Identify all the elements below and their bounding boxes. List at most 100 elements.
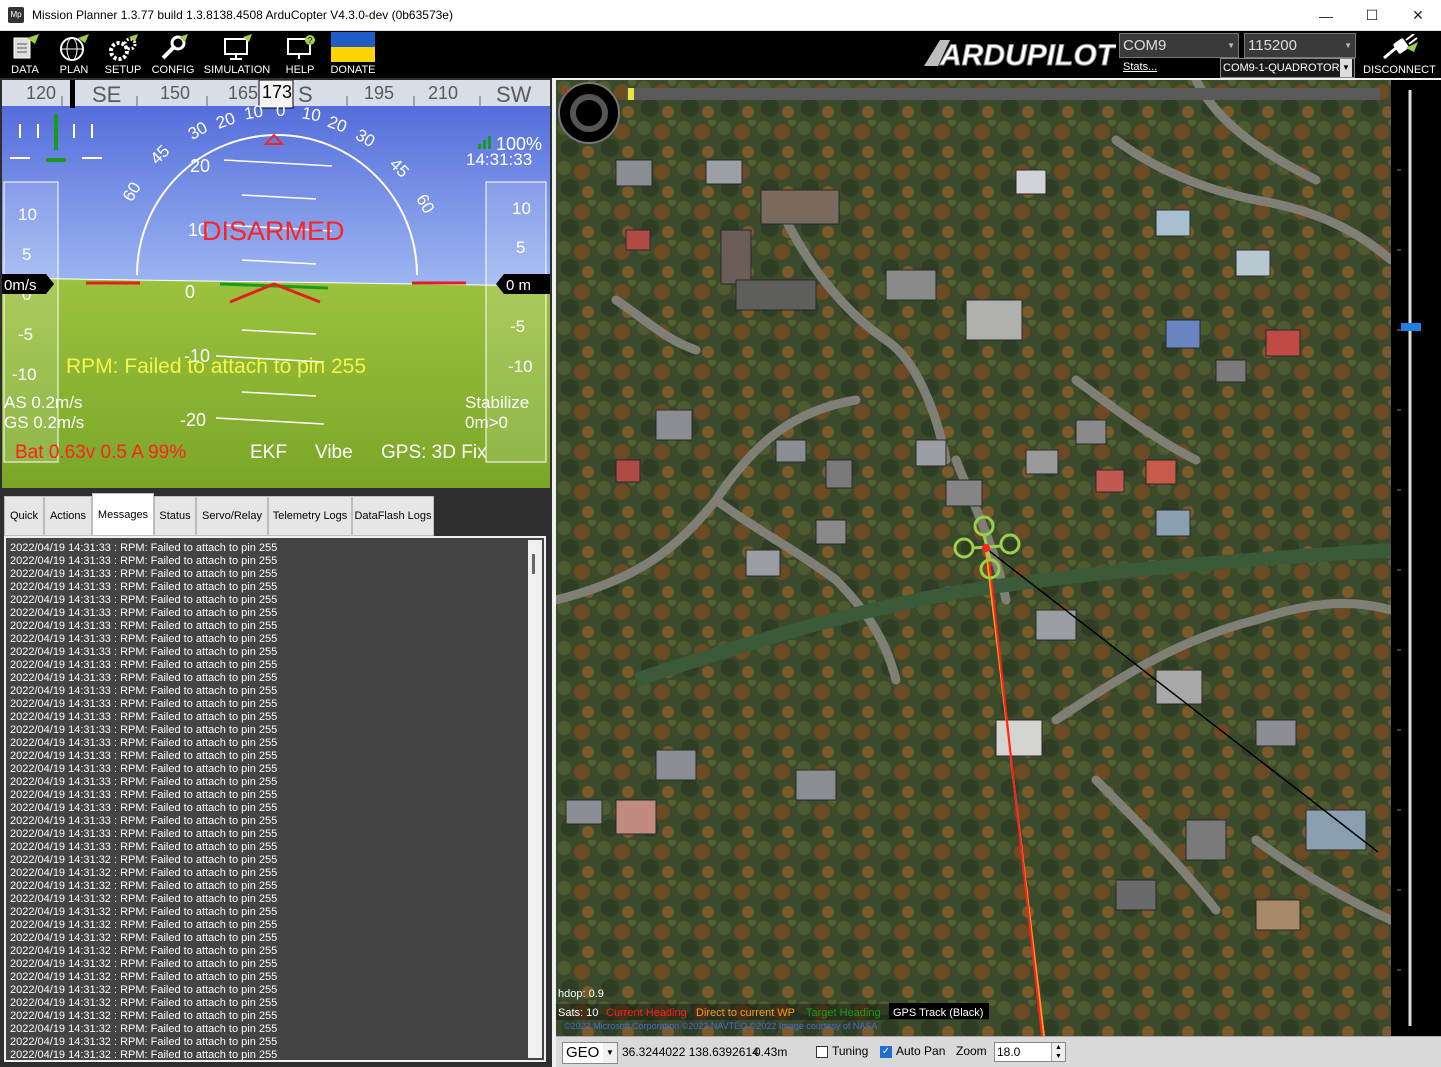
tab-quick[interactable]: Quick: [4, 496, 44, 536]
hdop-readout: hdop: 0.9: [558, 988, 604, 1000]
coord-system-select[interactable]: GEO ▼: [562, 1042, 618, 1064]
list-item: 2022/04/19 14:31:33 : RPM: Failed to att…: [10, 568, 278, 580]
alt-scale-label: -10: [508, 357, 533, 376]
menu-setup[interactable]: SETUP: [100, 31, 146, 78]
zoom-slider-thumb[interactable]: [1401, 323, 1421, 331]
menu-simulation[interactable]: SIMULATION: [200, 31, 274, 78]
app-icon: Mp: [8, 7, 24, 23]
list-item: 2022/04/19 14:31:33 : RPM: Failed to att…: [10, 646, 278, 658]
heading-tape-label: 210: [428, 83, 458, 103]
heading-tape-label: 165: [228, 83, 258, 103]
close-button[interactable]: ✕: [1395, 0, 1441, 31]
menu-plan[interactable]: PLAN: [52, 31, 96, 78]
map-status-bar: GEO ▼ 36.3244022 138.6392614 0.43m Tuning…: [556, 1036, 1441, 1067]
title-bar: Mp Mission Planner 1.3.77 build 1.3.8138…: [0, 0, 1441, 31]
alt-readout: 0 m: [506, 277, 531, 294]
list-item: 2022/04/19 14:31:32 : RPM: Failed to att…: [10, 906, 278, 918]
chevron-down-icon: ▼: [1344, 41, 1352, 50]
legend-gps-track: GPS Track (Black): [893, 1007, 983, 1019]
messages-box[interactable]: 2022/04/19 14:31:33 : RPM: Failed to att…: [4, 536, 546, 1062]
autopan-checkbox[interactable]: ✓ Auto Pan: [880, 1044, 945, 1058]
menu-donate[interactable]: DONATE: [326, 31, 380, 78]
hud-time: 14:31:33: [466, 150, 532, 169]
tuning-checkbox[interactable]: Tuning: [816, 1044, 868, 1058]
list-item: 2022/04/19 14:31:33 : RPM: Failed to att…: [10, 620, 278, 632]
tab-dataflash-logs[interactable]: DataFlash Logs: [352, 496, 434, 536]
heading-tape-label: SW: [496, 82, 532, 107]
heading-tape-label: 120: [26, 83, 56, 103]
list-item: 2022/04/19 14:31:33 : RPM: Failed to att…: [10, 841, 278, 853]
tuning-label: Tuning: [832, 1044, 869, 1058]
list-item: 2022/04/19 14:31:33 : RPM: Failed to att…: [10, 737, 278, 749]
hud-message: RPM: Failed to attach to pin 255: [66, 355, 366, 378]
list-item: 2022/04/19 14:31:32 : RPM: Failed to att…: [10, 1023, 278, 1035]
baud-select[interactable]: 115200 ▼: [1244, 33, 1356, 58]
vibe-indicator[interactable]: Vibe: [315, 442, 353, 463]
map-view[interactable]: 0 hdop: 0.9 Sats: 10 Current Heading Dir…: [556, 80, 1391, 1036]
list-item: 2022/04/19 14:31:33 : RPM: Failed to att…: [10, 724, 278, 736]
list-item: 2022/04/19 14:31:33 : RPM: Failed to att…: [10, 633, 278, 645]
list-item: 2022/04/19 14:31:32 : RPM: Failed to att…: [10, 984, 278, 996]
menu-data-label: DATA: [11, 64, 39, 76]
window-title: Mission Planner 1.3.77 build 1.3.8138.45…: [32, 8, 453, 22]
plug-icon: [1382, 34, 1418, 60]
ekf-indicator[interactable]: EKF: [250, 442, 287, 463]
list-item: 2022/04/19 14:31:33 : RPM: Failed to att…: [10, 815, 278, 827]
speed-scale-label: -5: [18, 325, 33, 344]
heading-tape-label: 195: [364, 83, 394, 103]
zoom-value: 18.0: [997, 1045, 1021, 1059]
alt-scale-label: 5: [516, 238, 525, 257]
speed-scale-label: 10: [18, 205, 37, 224]
menu-help[interactable]: ? HELP: [278, 31, 322, 78]
svg-text:?: ?: [308, 36, 313, 45]
menu-config[interactable]: CONFIG: [150, 31, 196, 78]
stats-link[interactable]: Stats...: [1123, 61, 1157, 73]
list-item: 2022/04/19 14:31:33 : RPM: Failed to att…: [10, 607, 278, 619]
tab-messages[interactable]: Messages: [92, 493, 154, 536]
menu-data[interactable]: DATA: [4, 31, 46, 78]
minimize-button[interactable]: —: [1303, 0, 1349, 31]
list-item: 2022/04/19 14:31:32 : RPM: Failed to att…: [10, 971, 278, 983]
spinner-arrows-icon[interactable]: ▲ ▼: [1051, 1043, 1065, 1061]
list-item: 2022/04/19 14:31:32 : RPM: Failed to att…: [10, 893, 278, 905]
messages-scrollbar[interactable]: [528, 540, 542, 1058]
list-item: 2022/04/19 14:31:33 : RPM: Failed to att…: [10, 698, 278, 710]
checkmark-icon: ✓: [880, 1045, 892, 1058]
battery-readout: Bat 0.63v 0.5 A 99%: [15, 442, 186, 463]
monitor-icon: [224, 34, 252, 60]
roll-label: 10: [243, 102, 265, 124]
list-item: 2022/04/19 14:31:32 : RPM: Failed to att…: [10, 1049, 278, 1061]
tab-actions[interactable]: Actions: [44, 496, 92, 536]
disconnect-button[interactable]: DISCONNECT: [1358, 31, 1441, 78]
menu-help-label: HELP: [285, 64, 315, 76]
sats-readout: Sats: 10: [558, 1007, 598, 1019]
port-select[interactable]: COM9 ▼: [1119, 33, 1239, 58]
maximize-button[interactable]: ☐: [1349, 0, 1395, 31]
list-item: 2022/04/19 14:31:33 : RPM: Failed to att…: [10, 802, 278, 814]
menu-donate-label: DONATE: [330, 64, 376, 76]
baud-value: 115200: [1248, 37, 1297, 54]
hud: 120 SE 150 165 S 195 210 SW 173 60 45 30…: [2, 80, 550, 488]
tab-status[interactable]: Status: [154, 496, 196, 536]
profile-select[interactable]: COM9-1-QUADROTOR ▼: [1220, 58, 1355, 78]
wp-distance: 0m>0: [465, 413, 508, 432]
tab-strip: Quick Actions Messages Status Servo/Rela…: [2, 492, 550, 536]
zoom-input[interactable]: 18.0 ▲ ▼: [994, 1042, 1066, 1062]
menu-plan-label: PLAN: [59, 64, 89, 76]
map-copyright: ©2022 Microsoft Corporation ©2022 NAVTEQ…: [564, 1021, 877, 1031]
list-item: 2022/04/19 14:31:33 : RPM: Failed to att…: [10, 672, 278, 684]
list-item: 2022/04/19 14:31:32 : RPM: Failed to att…: [10, 1036, 278, 1048]
tab-servo-relay[interactable]: Servo/Relay: [196, 496, 268, 536]
zoom-slider[interactable]: [1391, 80, 1441, 1036]
svg-text:ARDUPILOT: ARDUPILOT: [939, 39, 1116, 70]
flight-mode: Stabilize: [465, 393, 529, 412]
alt-scale-label: 10: [512, 199, 531, 218]
data-icon: [13, 34, 39, 59]
zoom-label: Zoom: [956, 1044, 987, 1058]
roll-label: 10: [300, 103, 322, 125]
list-item: 2022/04/19 14:31:33 : RPM: Failed to att…: [10, 776, 278, 788]
heading-readout: 173: [262, 82, 292, 102]
list-item: 2022/04/19 14:31:32 : RPM: Failed to att…: [10, 932, 278, 944]
pitch-label: 20: [190, 156, 210, 176]
tab-telemetry-logs[interactable]: Telemetry Logs: [268, 496, 352, 536]
